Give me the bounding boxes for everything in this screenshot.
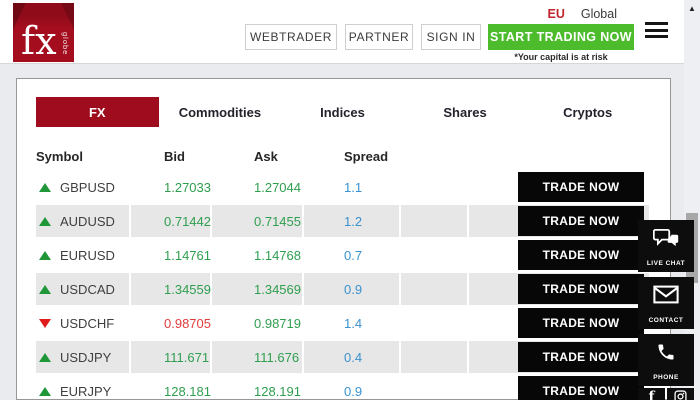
bid-value: 1.27033 — [131, 171, 210, 203]
risk-disclaimer: *Your capital is at risk — [478, 52, 644, 62]
phone-button[interactable]: PHONE — [638, 334, 694, 386]
ask-value: 1.27044 — [212, 171, 302, 203]
quotes-card: FX Commodities Indices Shares Cryptos Sy… — [16, 78, 671, 400]
top-header: fx globe EU Global WEBTRADER PARTNER SIG… — [0, 0, 684, 64]
symbol-label: AUDUSD — [60, 214, 115, 229]
spread-value: 0.9 — [304, 375, 399, 400]
symbol-label: USDCAD — [60, 282, 115, 297]
page: fx globe EU Global WEBTRADER PARTNER SIG… — [0, 0, 700, 400]
scrollbar-up-arrow-icon[interactable]: ▲ — [684, 4, 700, 13]
bid-value: 1.34559 — [131, 273, 210, 305]
region-switcher: EU Global — [547, 7, 617, 21]
phone-label: PHONE — [653, 374, 679, 381]
table-row: EURJPY 128.181 128.191 0.9 TRADE NOW — [36, 375, 649, 400]
chat-bubbles-icon — [653, 228, 679, 253]
symbol-label: EURJPY — [60, 384, 111, 399]
trend-down-icon — [39, 319, 51, 328]
hamburger-menu-icon[interactable] — [645, 22, 668, 42]
bid-value: 128.181 — [131, 375, 210, 400]
table-row: EURUSD 1.14761 1.14768 0.7 TRADE NOW — [36, 239, 649, 271]
ask-value: 128.191 — [212, 375, 302, 400]
col-ask: Ask — [212, 149, 302, 164]
bid-value: 0.98705 — [131, 307, 210, 339]
spread-value: 0.9 — [304, 273, 399, 305]
trade-now-button[interactable]: TRADE NOW — [518, 274, 644, 304]
contact-label: CONTACT — [649, 317, 684, 324]
facebook-icon[interactable]: f — [638, 388, 665, 400]
bid-value: 0.71442 — [131, 205, 210, 237]
spread-value: 0.4 — [304, 341, 399, 373]
trade-now-button[interactable]: TRADE NOW — [518, 308, 644, 338]
trend-up-icon — [39, 353, 51, 362]
envelope-icon — [653, 285, 679, 309]
contact-button[interactable]: CONTACT — [638, 277, 694, 329]
table-row: USDJPY 111.671 111.676 0.4 TRADE NOW — [36, 341, 649, 373]
start-trading-now-button[interactable]: START TRADING NOW — [488, 24, 634, 50]
region-link-global[interactable]: Global — [581, 7, 617, 21]
ask-value: 1.14768 — [212, 239, 302, 271]
trade-now-button[interactable]: TRADE NOW — [518, 172, 644, 202]
spread-value: 1.1 — [304, 171, 399, 203]
live-chat-button[interactable]: LIVE CHAT — [638, 220, 694, 272]
social-bar: f — [638, 388, 694, 400]
fxglobe-logo[interactable]: fx globe — [13, 3, 74, 62]
bid-value: 111.671 — [131, 341, 210, 373]
table-row: USDCAD 1.34559 1.34569 0.9 TRADE NOW — [36, 273, 649, 305]
instrument-tabs: FX Commodities Indices Shares Cryptos — [36, 97, 649, 127]
webtrader-button[interactable]: WEBTRADER — [245, 24, 337, 50]
logo-fx-text: fx — [21, 22, 57, 60]
symbol-label: GBPUSD — [60, 180, 115, 195]
partner-button[interactable]: PARTNER — [345, 24, 413, 50]
symbol-label: USDJPY — [60, 350, 111, 365]
ask-value: 111.676 — [212, 341, 302, 373]
trade-now-button[interactable]: TRADE NOW — [518, 376, 644, 400]
table-row: USDCHF 0.98705 0.98719 1.4 TRADE NOW — [36, 307, 649, 339]
spread-value: 0.7 — [304, 239, 399, 271]
phone-handset-icon — [656, 342, 676, 367]
ask-value: 0.71455 — [212, 205, 302, 237]
trade-now-button[interactable]: TRADE NOW — [518, 342, 644, 372]
sign-in-button[interactable]: SIGN IN — [421, 24, 481, 50]
table-header: Symbol Bid Ask Spread — [36, 149, 649, 164]
trend-up-icon — [39, 387, 51, 396]
table-row: GBPUSD 1.27033 1.27044 1.1 TRADE NOW — [36, 171, 649, 203]
ask-value: 1.34569 — [212, 273, 302, 305]
tab-shares[interactable]: Shares — [404, 97, 527, 127]
trend-up-icon — [39, 251, 51, 260]
trade-now-button[interactable]: TRADE NOW — [518, 240, 644, 270]
bid-value: 1.14761 — [131, 239, 210, 271]
trade-now-button[interactable]: TRADE NOW — [518, 206, 644, 236]
symbol-label: EURUSD — [60, 248, 115, 263]
symbol-label: USDCHF — [60, 316, 114, 331]
tab-indices[interactable]: Indices — [281, 97, 404, 127]
tab-cryptos[interactable]: Cryptos — [526, 97, 649, 127]
logo-globe-text: globe — [61, 32, 70, 55]
tab-fx[interactable]: FX — [36, 97, 159, 127]
col-spread: Spread — [304, 149, 399, 164]
trend-up-icon — [39, 183, 51, 192]
table-row: AUDUSD 0.71442 0.71455 1.2 TRADE NOW — [36, 205, 649, 237]
live-chat-label: LIVE CHAT — [647, 260, 685, 267]
ask-value: 0.98719 — [212, 307, 302, 339]
trend-up-icon — [39, 217, 51, 226]
spread-value: 1.4 — [304, 307, 399, 339]
quotes-table: GBPUSD 1.27033 1.27044 1.1 TRADE NOW AUD… — [36, 171, 649, 400]
region-link-eu[interactable]: EU — [547, 7, 564, 21]
instagram-icon[interactable] — [667, 388, 694, 400]
col-bid: Bid — [131, 149, 210, 164]
trend-up-icon — [39, 285, 51, 294]
spread-value: 1.2 — [304, 205, 399, 237]
tab-commodities[interactable]: Commodities — [159, 97, 282, 127]
col-symbol: Symbol — [36, 149, 129, 164]
